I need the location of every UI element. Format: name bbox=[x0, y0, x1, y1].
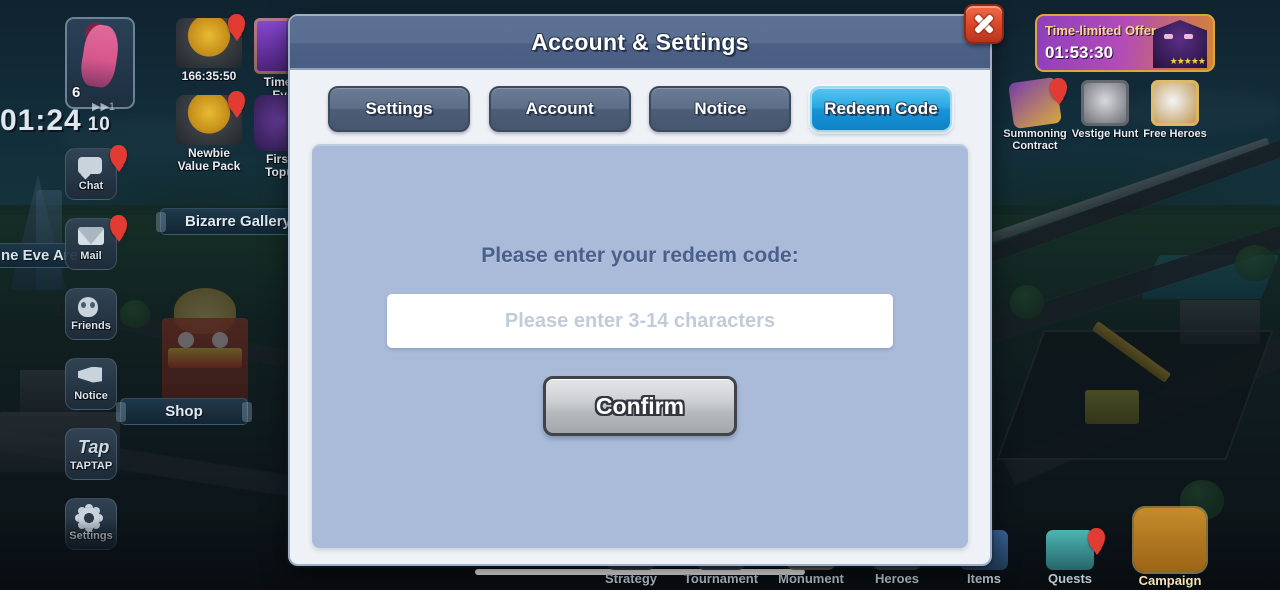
quests-icon bbox=[1046, 530, 1094, 570]
campaign-icon bbox=[1134, 508, 1206, 572]
shop-plate[interactable]: Shop bbox=[120, 398, 248, 425]
summoning-contract-label: Summoning Contract bbox=[1003, 128, 1067, 152]
vestige-hunt-label: Vestige Hunt bbox=[1071, 128, 1139, 140]
offer-eye bbox=[1164, 34, 1173, 39]
sidebar-item-notice[interactable]: Notice bbox=[65, 358, 117, 410]
sidebar-item-label: Friends bbox=[71, 319, 111, 332]
tab-redeem-code[interactable]: Redeem Code bbox=[809, 86, 952, 132]
player-level: 6 bbox=[72, 84, 81, 101]
sidebar-item-label: Chat bbox=[78, 179, 104, 192]
nav-item-quests[interactable]: Quests bbox=[1022, 528, 1118, 586]
nav-item-campaign[interactable]: Campaign bbox=[1122, 508, 1218, 588]
redeem-code-input[interactable] bbox=[387, 294, 893, 348]
battle-count: 10 bbox=[87, 114, 111, 135]
friends-icon bbox=[78, 296, 104, 319]
close-icon bbox=[973, 13, 995, 35]
tab-account[interactable]: Account bbox=[488, 86, 631, 132]
summoning-contract-button[interactable]: Summoning Contract bbox=[1000, 76, 1070, 152]
player-portrait[interactable]: 6 bbox=[65, 17, 135, 109]
nav-item-label: Items bbox=[967, 571, 1001, 586]
nav-item-label: Quests bbox=[1047, 571, 1093, 586]
dialog-titlebar: Account & Settings bbox=[290, 4, 1004, 70]
battle-timer-value: 01:24 bbox=[0, 104, 82, 137]
offer-countdown: 01:53:30 bbox=[1045, 43, 1114, 62]
nav-item-label: Tournament bbox=[683, 571, 759, 586]
nav-item-label: Heroes bbox=[874, 571, 920, 586]
offer-eye bbox=[1184, 34, 1193, 39]
account-settings-dialog: Account & Settings Settings Account Noti… bbox=[288, 4, 1004, 566]
nav-item-label: Campaign bbox=[1138, 573, 1202, 588]
redeem-code-panel: Please enter your redeem code: Confirm bbox=[312, 144, 968, 548]
vestige-hunt-button[interactable]: Vestige Hunt bbox=[1070, 80, 1140, 140]
vestige-hunt-icon bbox=[1081, 80, 1129, 126]
sidebar-item-taptap[interactable]: Tap TAPTAP bbox=[65, 428, 117, 480]
free-heroes-icon bbox=[1151, 80, 1199, 126]
mail-icon bbox=[78, 226, 104, 249]
redeem-prompt-label: Please enter your redeem code: bbox=[481, 244, 799, 267]
fast-forward-icon[interactable]: ▶▶1 bbox=[92, 100, 115, 113]
free-heroes-button[interactable]: Free Heroes bbox=[1140, 80, 1210, 140]
nav-item-label: Strategy bbox=[604, 571, 658, 586]
offer-rarity-stars: ★★★★★ bbox=[1169, 56, 1206, 66]
nav-item-label: Monument bbox=[778, 571, 844, 586]
sidebar-item-friends[interactable]: Friends bbox=[65, 288, 117, 340]
close-button[interactable] bbox=[964, 4, 1004, 44]
confirm-button[interactable]: Confirm bbox=[543, 376, 737, 436]
taptap-icon: Tap bbox=[78, 436, 110, 457]
sidebar-item-label: TAPTAP bbox=[69, 459, 113, 472]
sidebar-item-label: Notice bbox=[74, 389, 108, 402]
notification-badge bbox=[1088, 528, 1105, 550]
offer-title: Time-limited Offer bbox=[1045, 23, 1157, 38]
dialog-tabs: Settings Account Notice Redeem Code bbox=[290, 70, 990, 144]
notification-badge bbox=[1050, 78, 1067, 100]
free-heroes-label: Free Heroes bbox=[1143, 128, 1207, 140]
sidebar-item-chat[interactable]: Chat bbox=[65, 145, 127, 200]
time-limited-offer-banner[interactable]: ★★★★★ Time-limited Offer 01:53:30 bbox=[1035, 14, 1215, 72]
sidebar-item-mail[interactable]: Mail bbox=[65, 215, 127, 270]
page-title: Account & Settings bbox=[531, 28, 749, 55]
sidebar-item-label: Mail bbox=[80, 249, 102, 262]
tab-notice[interactable]: Notice bbox=[649, 86, 792, 132]
chat-icon bbox=[78, 156, 104, 179]
tab-settings[interactable]: Settings bbox=[328, 86, 470, 132]
megaphone-icon bbox=[78, 366, 104, 389]
game-screen: 6 01:24 10 ▶▶1 ne Eve Are 166:35:50 Newbi… bbox=[0, 0, 1280, 590]
